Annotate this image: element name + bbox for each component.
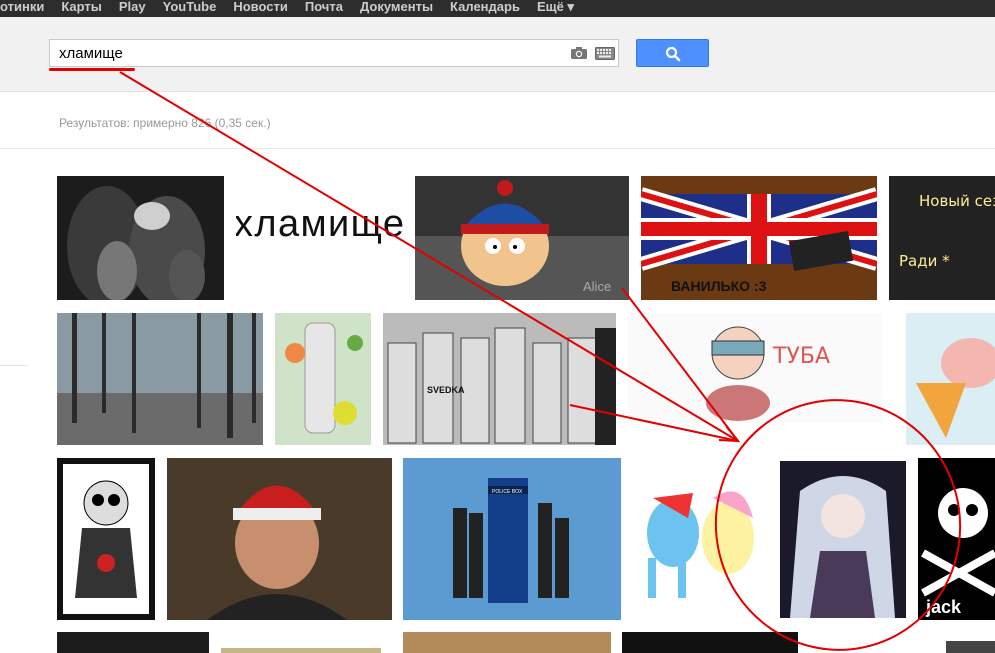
image-result-icecream[interactable] [906, 313, 995, 445]
top-nav-bar: отинки Карты Play YouTube Новости Почта … [0, 0, 995, 17]
novy-text: Новый сез [919, 192, 995, 210]
top-nav-items: отинки Карты Play YouTube Новости Почта … [0, 0, 591, 17]
nav-item-maps[interactable]: Карты [61, 0, 102, 17]
image-result-row4-2[interactable] [221, 648, 381, 653]
nav-item-more[interactable]: Ещё ▾ [537, 0, 574, 17]
image-result-vanilka[interactable]: ВАНИЛЬКО :3 [641, 176, 877, 300]
keyboard-icon[interactable] [595, 47, 615, 60]
nav-item-docs[interactable]: Документы [360, 0, 433, 17]
nav-item-images[interactable]: отинки [0, 0, 44, 17]
nav-item-play[interactable]: Play [119, 0, 146, 17]
image-result-tuba[interactable]: ТУБА [628, 313, 882, 423]
image-result-word[interactable]: хламище [236, 176, 404, 300]
image-result-doctor-who[interactable]: POLICE BOX [403, 458, 621, 620]
annotation-arrow-head-1 [718, 425, 741, 443]
image-result-legs[interactable] [57, 176, 224, 300]
divider [0, 148, 995, 149]
radi-text: Ради * [899, 252, 950, 270]
image-result-row4-5[interactable] [946, 641, 995, 653]
image-result-jackass[interactable]: jack [918, 458, 995, 620]
alice-caption: Alice [583, 279, 611, 294]
nav-item-calendar[interactable]: Календарь [450, 0, 520, 17]
image-result-chalkboard[interactable]: Новый сез Ради * [889, 176, 995, 300]
image-result-bottle-art[interactable] [275, 313, 371, 445]
search-input[interactable]: хламище [49, 39, 619, 67]
svedka-label: SVEDKA [427, 385, 465, 395]
tardis-label: POLICE BOX [492, 489, 523, 495]
image-result-forest[interactable] [57, 313, 263, 445]
results-count: Результатов: примерно 826 (0,35 сек.) [59, 116, 271, 130]
jack-label: jack [925, 597, 962, 617]
image-result-southpark[interactable]: Alice [415, 176, 629, 300]
tuba-caption: ТУБА [772, 344, 830, 369]
image-result-ponies[interactable] [633, 458, 766, 603]
search-icon [665, 46, 681, 62]
nav-item-youtube[interactable]: YouTube [163, 0, 217, 17]
image-result-vodka[interactable]: SVEDKA [383, 313, 616, 445]
nav-item-mail[interactable]: Почта [305, 0, 343, 17]
image-result-row4-3[interactable] [403, 632, 611, 653]
image-result-row4-1[interactable] [57, 632, 209, 653]
image-result-row4-4[interactable] [622, 632, 798, 653]
word-image-text: хламище [236, 203, 404, 245]
sidebar-divider [0, 365, 28, 366]
nav-item-news[interactable]: Новости [233, 0, 288, 17]
image-result-santa-hat[interactable] [167, 458, 392, 620]
search-query-text[interactable]: хламище [59, 45, 123, 62]
search-button[interactable] [636, 39, 709, 67]
image-result-anime[interactable] [780, 461, 906, 618]
search-header: хламище [0, 17, 995, 92]
image-result-skull-girl[interactable] [57, 458, 155, 620]
vanilka-caption: ВАНИЛЬКО :3 [671, 278, 767, 294]
camera-icon[interactable] [570, 46, 588, 60]
annotation-underline [49, 68, 135, 71]
